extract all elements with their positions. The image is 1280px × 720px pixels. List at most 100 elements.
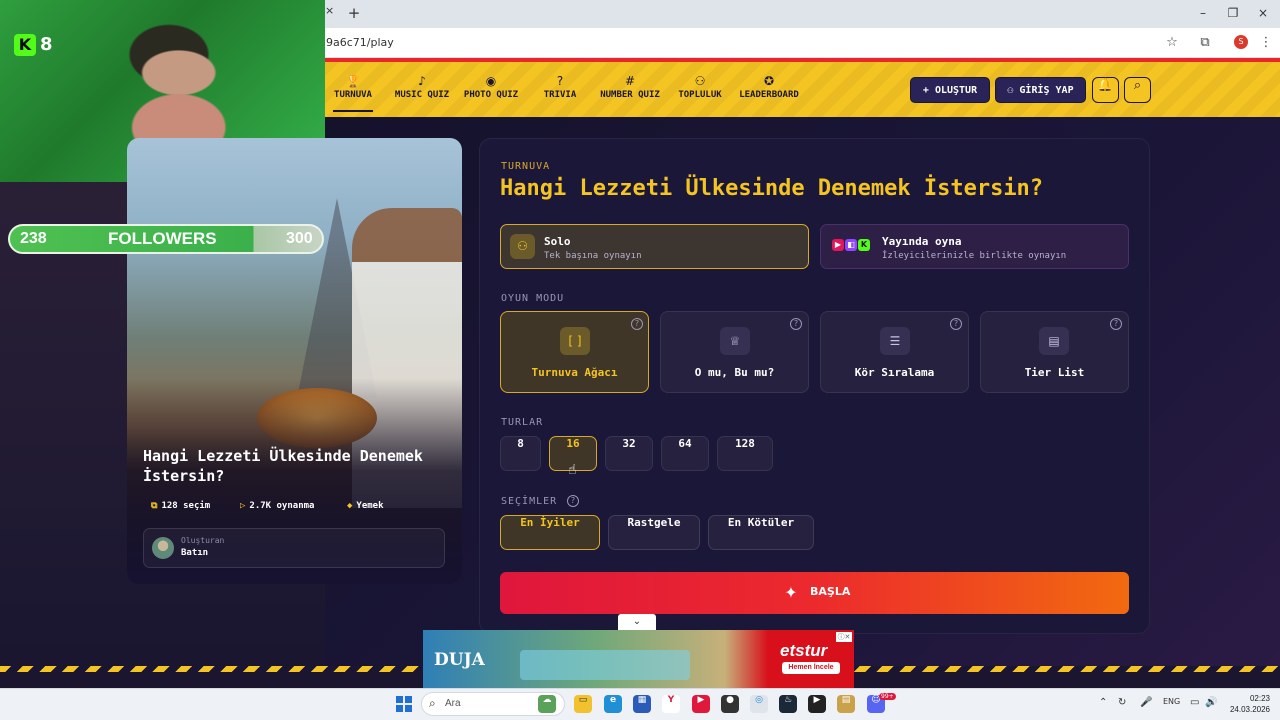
weather-widget-icon[interactable]: ☁ [538, 695, 556, 713]
ad-cta-button[interactable]: Hemen İncele [782, 662, 840, 674]
twitch-icon: ◧ [845, 239, 857, 251]
profile-avatar[interactable]: S [1234, 35, 1248, 49]
crown-icon: ♕ [720, 327, 750, 355]
nav-item-number-quiz[interactable]: # NUMBER QUIZ [597, 72, 663, 112]
discord-badge: 99+ [879, 693, 896, 700]
game-mode-label: O mu, Bu mu? [694, 366, 775, 379]
microphone-icon[interactable]: 🎤 [1140, 697, 1152, 708]
nav-label: TRIVIA [543, 90, 577, 100]
help-icon[interactable]: ? [790, 318, 802, 330]
question-icon: ? [556, 74, 564, 88]
play-mode-stream-subtitle: İzleyicilerinizle birlikte oynayın [882, 251, 1067, 261]
nav-label: NUMBER QUIZ [600, 90, 660, 100]
round-option-128[interactable]: 128 [717, 436, 773, 471]
camera-icon: ◉ [485, 74, 497, 88]
selection-best[interactable]: En İyiler [500, 515, 600, 550]
ad-brand: etstur [780, 641, 828, 660]
viewer-count: 8 [40, 34, 53, 55]
ad-logo-left: DUJA [434, 650, 485, 670]
taskbar-search-placeholder[interactable]: Ara [445, 698, 461, 709]
creator-label: Oluşturan [181, 536, 225, 545]
nav-item-turnuva[interactable]: 🏆 TURNUVA [333, 72, 373, 112]
quiz-cover-image[interactable] [127, 138, 462, 584]
medal-icon: ✪ [763, 74, 775, 88]
nav-label: MUSIC QUIZ [394, 90, 450, 100]
game-mode-label: Turnuva Ağacı [531, 366, 618, 379]
game-mode-label: Tier List [1024, 366, 1085, 379]
game-mode-heading: OYUN MODU [501, 293, 565, 304]
new-tab-button[interactable]: + [346, 4, 362, 22]
login-button[interactable]: ⚇ GİRİŞ YAP [995, 77, 1086, 103]
app-icon[interactable]: ▤ [837, 695, 855, 713]
images-icon: ⧉ [151, 501, 158, 511]
youtube-app-icon[interactable]: ▶ [692, 695, 710, 713]
hash-icon: # [624, 74, 636, 88]
game-mode-label: Kör Sıralama [854, 366, 935, 379]
network-icon[interactable]: ▭ [1190, 697, 1199, 708]
trophy-icon: 🏆 [345, 74, 361, 88]
bell-icon[interactable]: 🔔 [1092, 77, 1119, 103]
tag-icon: ◆ [347, 501, 353, 511]
round-option-8[interactable]: 8 [500, 436, 541, 471]
creator-name[interactable]: Batın [181, 548, 208, 558]
minimize-button[interactable]: – [1192, 6, 1214, 22]
kick-icon: K [858, 239, 870, 251]
media-player-icon[interactable]: ▶ [808, 695, 826, 713]
list-ordered-icon: ☰ [880, 327, 910, 355]
play-mode-solo-subtitle: Tek başına oynayın [544, 251, 642, 261]
taskbar-clock[interactable]: 02:23 24.03.2026 [1224, 693, 1270, 715]
search-icon[interactable]: ⌕ [1124, 77, 1151, 103]
close-window-button[interactable]: × [1252, 6, 1274, 22]
selection-heading: SEÇİMLER [501, 496, 558, 507]
nav-item-music-quiz[interactable]: ♪ MUSIC QUIZ [392, 72, 452, 112]
help-icon[interactable]: ? [1110, 318, 1122, 330]
kick-logo-icon: K [14, 34, 36, 56]
browser-tab-strip [325, 0, 1280, 28]
file-explorer-icon[interactable]: ▭ [574, 695, 592, 713]
followers-label: FOLLOWERS [108, 229, 217, 248]
tray-sync-icon[interactable]: ↻ [1118, 697, 1126, 708]
windows-start-icon[interactable] [396, 696, 412, 712]
selection-random[interactable]: Rastgele [608, 515, 700, 550]
followers-goal-bar: 238 FOLLOWERS 300 [8, 224, 324, 254]
nav-item-topluluk[interactable]: ⚇ TOPLULUK [676, 72, 724, 112]
choices-count: ⧉ 128 seçim [151, 501, 211, 511]
help-icon[interactable]: ? [631, 318, 643, 330]
help-icon[interactable]: ? [567, 495, 579, 507]
nav-label: TURNUVA [334, 90, 372, 100]
chrome-icon[interactable]: ◎ [750, 695, 768, 713]
round-option-64[interactable]: 64 [661, 436, 709, 471]
url-text[interactable]: 9a6c71/play [326, 34, 526, 52]
ad-close-icon[interactable]: ⓘ✕ [836, 632, 852, 642]
kick-viewer-badge: K 8 [14, 34, 58, 58]
page-title: Hangi Lezzeti Ülkesinde Denemek İstersin… [500, 176, 1044, 201]
nav-item-photo-quiz[interactable]: ◉ PHOTO QUIZ [461, 72, 521, 112]
maximize-button[interactable]: ❐ [1222, 6, 1244, 22]
extensions-icon[interactable]: ⧉ [1196, 34, 1214, 52]
bookmark-star-icon[interactable]: ☆ [1163, 34, 1181, 52]
browser-menu-icon[interactable]: ⋮ [1257, 34, 1275, 52]
help-icon[interactable]: ? [950, 318, 962, 330]
volume-icon[interactable]: 🔊 [1205, 697, 1217, 708]
edge-icon[interactable]: e [604, 695, 622, 713]
play-mode-solo-label: Solo [544, 235, 571, 248]
steam-icon[interactable]: ♨ [779, 695, 797, 713]
store-icon[interactable]: ▦ [633, 695, 651, 713]
obs-icon[interactable]: ● [721, 695, 739, 713]
selection-worst[interactable]: En Kötüler [708, 515, 814, 550]
create-button[interactable]: + OLUŞTUR [910, 77, 990, 103]
play-mode-stream-label: Yayında oyna [882, 235, 962, 248]
ad-collapse-button[interactable]: ⌄ [618, 614, 656, 630]
nav-label: PHOTO QUIZ [463, 90, 519, 100]
clock-date: 24.03.2026 [1229, 705, 1270, 714]
yandex-icon[interactable]: Y [662, 695, 680, 713]
tray-chevron-icon[interactable]: ⌃ [1099, 697, 1107, 708]
tab-close-button[interactable]: × [325, 4, 337, 24]
nav-item-trivia[interactable]: ? TRIVIA [540, 72, 580, 112]
round-option-32[interactable]: 32 [605, 436, 653, 471]
language-indicator[interactable]: ENG [1163, 697, 1180, 706]
sparkle-icon: ✦ [784, 583, 798, 602]
panel-kicker: TURNUVA [501, 161, 551, 172]
nav-item-leaderboard[interactable]: ✪ LEADERBOARD [737, 72, 801, 112]
category-tag[interactable]: ◆ Yemek [347, 499, 384, 513]
